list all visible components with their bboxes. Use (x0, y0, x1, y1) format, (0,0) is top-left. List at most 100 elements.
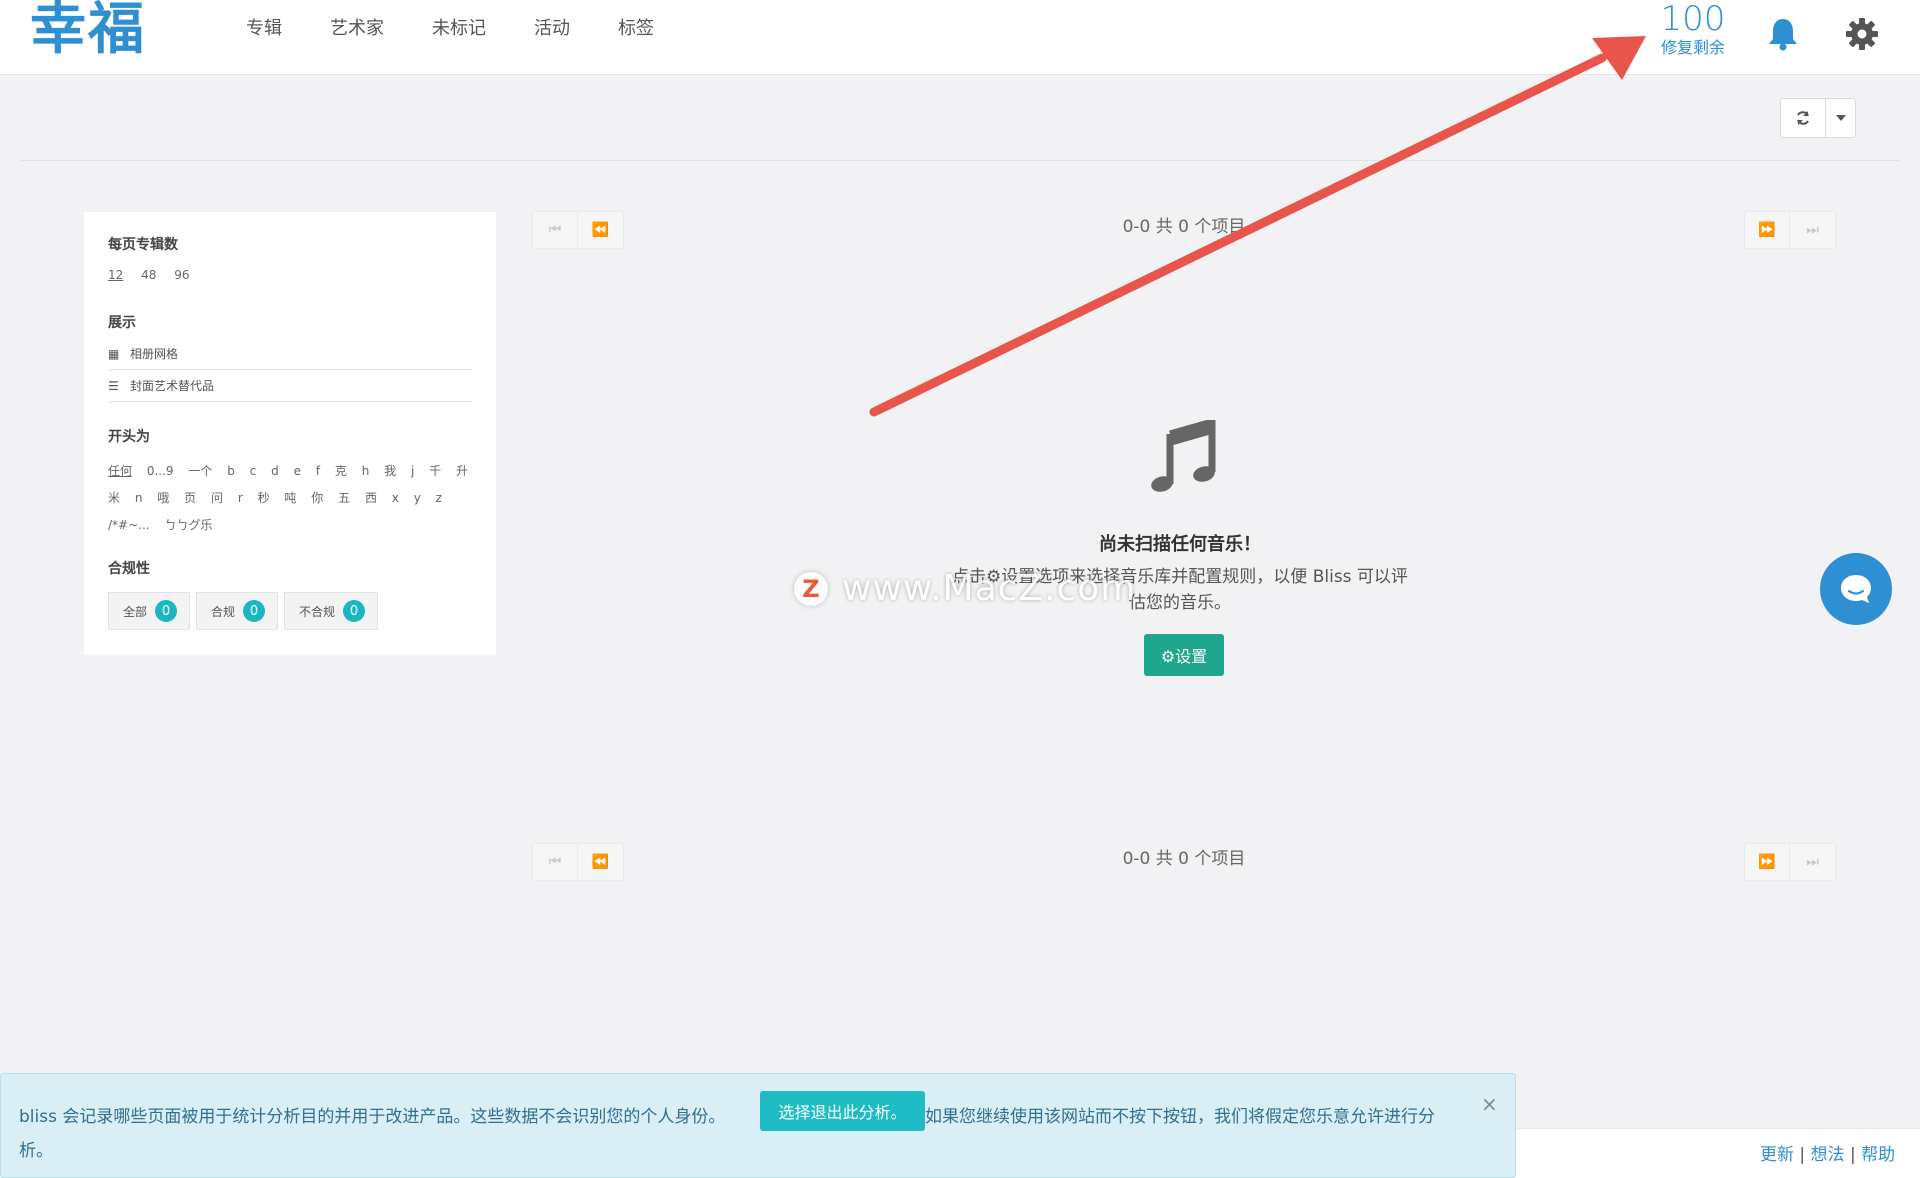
opt-out-button[interactable]: 选择退出此分析。 (760, 1091, 925, 1131)
watermark-logo-icon: Z (794, 571, 828, 606)
letter-filter[interactable]: 克 (335, 464, 347, 478)
letters-row: 米 n 哦 页 问 r 秒 吨 你 五 西 x y z (108, 489, 453, 506)
letter-filter[interactable]: x (392, 491, 399, 505)
per-page-title: 每页专辑数 (108, 237, 178, 253)
skip-back-icon: ⏮ (548, 222, 562, 238)
letter-filter[interactable]: 升 (456, 464, 468, 478)
pager-prev-group: ⏮ ⏪ (532, 211, 624, 249)
nav-untagged[interactable]: 未标记 (432, 18, 486, 40)
letter-filter[interactable]: c (250, 464, 257, 478)
next-page-button[interactable]: ⏩ (1744, 211, 1790, 249)
analytics-text: bliss 会记录哪些页面被用于统计分析目的并用于改进产品。这些数据不会识别您的… (19, 1107, 726, 1127)
nav-artists[interactable]: 艺术家 (330, 18, 384, 40)
letter-filter[interactable]: j (411, 464, 414, 478)
letters-row: 任何 0...9 一个 b c d e f 克 h 我 j 千 升 (108, 462, 479, 479)
item-count: 0-0 共 0 个项目 (1122, 217, 1246, 237)
top-bar: 幸福 专辑 艺术家 未标记 活动 标签 100 修复剩余 (0, 0, 1920, 75)
letter-filter[interactable]: 你 (311, 491, 323, 505)
letter-filter[interactable]: 哦 (157, 491, 169, 505)
compliance-compliant-button[interactable]: 合规 0 (196, 592, 279, 630)
letter-filter[interactable]: b (227, 464, 235, 478)
last-page-button[interactable]: ⏭ (1790, 211, 1836, 249)
letter-any[interactable]: 任何 (108, 464, 132, 478)
close-icon[interactable]: × (1481, 1092, 1498, 1116)
pager-next-group-bottom: ⏩ ⏭ (1744, 843, 1836, 881)
main-nav: 专辑 艺术家 未标记 活动 标签 (246, 18, 702, 40)
letter-filter[interactable]: ㄅㄅグ乐 (164, 518, 212, 532)
app-logo[interactable]: 幸福 (30, 2, 146, 58)
per-page-48[interactable]: 48 (141, 268, 156, 282)
count-badge: 0 (243, 600, 266, 622)
fixes-count: 100 (1660, 0, 1726, 39)
compliance-label: 全部 (123, 604, 148, 619)
letter-filter[interactable]: d (271, 464, 279, 478)
letter-filter[interactable]: 米 (108, 491, 120, 505)
pager-next-group: ⏩ ⏭ (1744, 211, 1836, 249)
letter-filter[interactable]: /*#~... (108, 518, 150, 532)
nav-albums[interactable]: 专辑 (246, 18, 282, 40)
refresh-dropdown-button[interactable] (1825, 99, 1855, 137)
watermark-text: www.MacZ.com (842, 568, 1137, 609)
letter-filter[interactable]: 页 (184, 491, 196, 505)
letter-filter[interactable]: e (294, 464, 301, 478)
chat-bubble-icon (1841, 575, 1871, 603)
display-option-label: 相册网格 (130, 347, 179, 361)
letter-filter[interactable]: 我 (384, 464, 396, 478)
bell-icon[interactable] (1766, 16, 1800, 52)
footer-ideas-link[interactable]: 想法 (1811, 1145, 1845, 1165)
compliance-label: 合规 (211, 604, 236, 619)
prev-page-button[interactable]: ⏪ (578, 211, 624, 249)
footer-links: 更新 | 想法 | 帮助 (1760, 1140, 1895, 1165)
per-page-96[interactable]: 96 (174, 268, 189, 282)
letter-filter[interactable]: 五 (338, 491, 350, 505)
letter-filter[interactable]: 吨 (284, 491, 296, 505)
analytics-banner: bliss 会记录哪些页面被用于统计分析目的并用于改进产品。这些数据不会识别您的… (0, 1073, 1516, 1178)
letter-filter[interactable]: f (316, 464, 320, 478)
rewind-icon: ⏪ (591, 222, 610, 238)
display-album-grid[interactable]: ▦ 相册网格 (108, 338, 472, 370)
pager-prev-group-bottom: ⏮ ⏪ (532, 843, 624, 881)
first-page-button[interactable]: ⏮ (532, 211, 578, 249)
letter-filter[interactable]: 一个 (188, 464, 212, 478)
filter-panel: 每页专辑数 12 48 96 展示 ▦ 相册网格 ☰ 封面艺术替代品 开头为 任… (84, 212, 496, 655)
divider (20, 160, 1900, 161)
skip-back-icon: ⏮ (548, 854, 562, 870)
nav-activity[interactable]: 活动 (534, 18, 570, 40)
chat-widget-button[interactable] (1820, 553, 1892, 625)
letter-filter[interactable]: 0...9 (147, 464, 174, 478)
fixes-remaining[interactable]: 100 修复剩余 (1650, 0, 1736, 58)
letter-filter[interactable]: h (362, 464, 370, 478)
next-page-button[interactable]: ⏩ (1744, 843, 1790, 881)
footer-update-link[interactable]: 更新 (1760, 1145, 1794, 1165)
display-cover-art-alt[interactable]: ☰ 封面艺术替代品 (108, 370, 472, 402)
per-page-12[interactable]: 12 (108, 268, 123, 282)
setup-button[interactable]: ⚙设置 (1144, 634, 1224, 676)
letters-row: /*#~... ㄅㄅグ乐 (108, 516, 223, 533)
starts-with-title: 开头为 (108, 429, 150, 445)
first-page-button[interactable]: ⏮ (532, 843, 578, 881)
item-count-bottom: 0-0 共 0 个项目 (1122, 849, 1246, 869)
refresh-button[interactable] (1781, 99, 1825, 137)
letter-filter[interactable]: 秒 (258, 491, 270, 505)
compliance-noncompliant-button[interactable]: 不合规 0 (284, 592, 379, 630)
letter-filter[interactable]: z (436, 491, 442, 505)
compliance-all-button[interactable]: 全部 0 (108, 592, 191, 630)
letter-filter[interactable]: y (414, 491, 421, 505)
footer-help-link[interactable]: 帮助 (1861, 1145, 1895, 1165)
refresh-icon (1797, 111, 1809, 125)
gear-icon[interactable] (1844, 16, 1880, 52)
prev-page-button[interactable]: ⏪ (578, 843, 624, 881)
list-icon: ☰ (108, 378, 119, 393)
letter-filter[interactable]: r (238, 491, 243, 505)
fast-forward-icon: ⏩ (1758, 854, 1776, 870)
letter-filter[interactable]: 问 (211, 491, 223, 505)
caret-down-icon (1835, 115, 1846, 121)
count-badge: 0 (155, 600, 178, 622)
letter-filter[interactable]: 千 (429, 464, 441, 478)
letter-filter[interactable]: 西 (365, 491, 377, 505)
last-page-button[interactable]: ⏭ (1790, 843, 1836, 881)
nav-tags[interactable]: 标签 (618, 18, 654, 40)
letter-filter[interactable]: n (135, 491, 143, 505)
analytics-text: 如果您继续使用该网站而不按下按钮，我们将假定您乐意允许进行分 (925, 1107, 1435, 1127)
rewind-icon: ⏪ (591, 854, 610, 870)
